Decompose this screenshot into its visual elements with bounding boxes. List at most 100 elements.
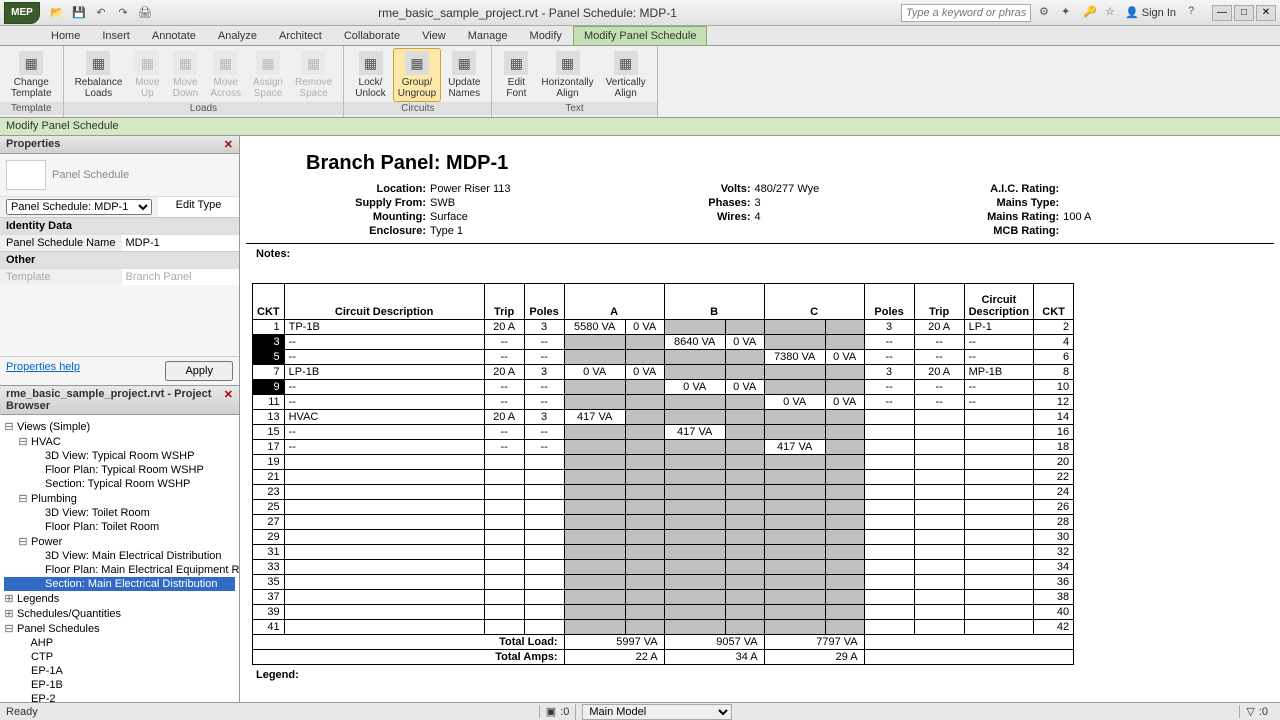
tab-annotate[interactable]: Annotate bbox=[141, 26, 207, 45]
cell-b2[interactable] bbox=[725, 320, 764, 335]
properties-help-link[interactable]: Properties help bbox=[6, 361, 80, 381]
cell-c[interactable]: 417 VA bbox=[764, 440, 825, 455]
schedule-row[interactable]: 3940 bbox=[253, 605, 1074, 620]
cell-a2[interactable] bbox=[625, 410, 664, 425]
cell-rdesc[interactable]: LP-1 bbox=[964, 320, 1034, 335]
tree-node[interactable]: 3D View: Toilet Room bbox=[4, 506, 235, 520]
cell-poles[interactable]: 3 bbox=[524, 410, 564, 425]
cell-rckt[interactable]: 12 bbox=[1034, 395, 1074, 410]
print-icon[interactable]: 🖨 bbox=[136, 4, 154, 22]
cell-b[interactable] bbox=[664, 365, 725, 380]
cell-rdesc[interactable] bbox=[964, 410, 1034, 425]
tree-node[interactable]: ⊟ Plumbing bbox=[4, 491, 235, 506]
cell-a2[interactable] bbox=[625, 545, 664, 560]
cell-trip[interactable] bbox=[484, 500, 524, 515]
cell-trip[interactable] bbox=[484, 470, 524, 485]
cell-b2[interactable]: 0 VA bbox=[725, 380, 764, 395]
schedule-row[interactable]: 13HVAC20 A3417 VA14 bbox=[253, 410, 1074, 425]
cell-b[interactable] bbox=[664, 515, 725, 530]
cell-rckt[interactable]: 6 bbox=[1034, 350, 1074, 365]
subscription-icon[interactable]: ⚙ bbox=[1039, 5, 1055, 21]
cell-b2[interactable] bbox=[725, 515, 764, 530]
cell-b[interactable] bbox=[664, 485, 725, 500]
tab-modify[interactable]: Modify bbox=[519, 26, 573, 45]
cell-c2[interactable] bbox=[825, 620, 864, 635]
cell-desc[interactable] bbox=[284, 605, 484, 620]
cell-c[interactable] bbox=[764, 605, 825, 620]
tree-node[interactable]: ⊞ Schedules/Quantities bbox=[4, 606, 235, 621]
cell-c[interactable] bbox=[764, 620, 825, 635]
tab-insert[interactable]: Insert bbox=[91, 26, 141, 45]
cell-c2[interactable] bbox=[825, 605, 864, 620]
cell-a[interactable] bbox=[564, 395, 625, 410]
cell-rdesc[interactable]: -- bbox=[964, 335, 1034, 350]
cell-rckt[interactable]: 28 bbox=[1034, 515, 1074, 530]
cell-rtrip[interactable]: 20 A bbox=[914, 365, 964, 380]
tree-node[interactable]: 3D View: Main Electrical Distribution bbox=[4, 549, 235, 563]
cell-b[interactable] bbox=[664, 620, 725, 635]
cell-poles[interactable] bbox=[524, 560, 564, 575]
cell-rckt[interactable]: 2 bbox=[1034, 320, 1074, 335]
cell-trip[interactable] bbox=[484, 515, 524, 530]
key-icon[interactable]: 🔑 bbox=[1083, 5, 1099, 21]
cell-c2[interactable] bbox=[825, 335, 864, 350]
cell-rckt[interactable]: 34 bbox=[1034, 560, 1074, 575]
cell-poles[interactable] bbox=[524, 575, 564, 590]
cell-rpoles[interactable]: -- bbox=[864, 335, 914, 350]
schedule-row[interactable]: 1TP-1B20 A35580 VA0 VA320 ALP-12 bbox=[253, 320, 1074, 335]
cell-b[interactable] bbox=[664, 560, 725, 575]
cell-ckt[interactable]: 21 bbox=[253, 470, 285, 485]
cell-b[interactable] bbox=[664, 605, 725, 620]
cell-b2[interactable] bbox=[725, 425, 764, 440]
cell-a2[interactable] bbox=[625, 425, 664, 440]
exchange-icon[interactable]: ✦ bbox=[1061, 5, 1077, 21]
cell-a2[interactable] bbox=[625, 590, 664, 605]
cell-c[interactable] bbox=[764, 470, 825, 485]
schedule-row[interactable]: 11------0 VA0 VA------12 bbox=[253, 395, 1074, 410]
cell-a[interactable] bbox=[564, 605, 625, 620]
cell-rpoles[interactable] bbox=[864, 575, 914, 590]
cell-b2[interactable] bbox=[725, 455, 764, 470]
schedule-row[interactable]: 5------7380 VA0 VA------6 bbox=[253, 350, 1074, 365]
group-ungroup-button[interactable]: ▦Group/Ungroup bbox=[393, 48, 441, 102]
cell-ckt[interactable]: 15 bbox=[253, 425, 285, 440]
search-input[interactable] bbox=[901, 4, 1031, 22]
cell-rtrip[interactable]: 20 A bbox=[914, 320, 964, 335]
cell-rckt[interactable]: 8 bbox=[1034, 365, 1074, 380]
tree-node[interactable]: Floor Plan: Typical Room WSHP bbox=[4, 463, 235, 477]
cell-ckt[interactable]: 3 bbox=[253, 335, 285, 350]
cell-rpoles[interactable]: -- bbox=[864, 350, 914, 365]
cell-a[interactable]: 0 VA bbox=[564, 365, 625, 380]
cell-ckt[interactable]: 39 bbox=[253, 605, 285, 620]
close-button[interactable]: ✕ bbox=[1256, 5, 1276, 21]
cell-rpoles[interactable] bbox=[864, 470, 914, 485]
cell-c2[interactable]: 0 VA bbox=[825, 395, 864, 410]
cell-rdesc[interactable] bbox=[964, 455, 1034, 470]
tab-manage[interactable]: Manage bbox=[457, 26, 519, 45]
cell-c[interactable] bbox=[764, 575, 825, 590]
cell-desc[interactable] bbox=[284, 485, 484, 500]
cell-desc[interactable]: -- bbox=[284, 335, 484, 350]
cell-b2[interactable] bbox=[725, 545, 764, 560]
cell-rdesc[interactable] bbox=[964, 620, 1034, 635]
change-template-button[interactable]: ▦ChangeTemplate bbox=[6, 48, 57, 102]
cell-b2[interactable] bbox=[725, 395, 764, 410]
apply-button[interactable]: Apply bbox=[165, 361, 233, 381]
schedule-row[interactable]: 3738 bbox=[253, 590, 1074, 605]
cell-a2[interactable] bbox=[625, 500, 664, 515]
schedule-row[interactable]: 3------8640 VA0 VA------4 bbox=[253, 335, 1074, 350]
cell-desc[interactable]: HVAC bbox=[284, 410, 484, 425]
cell-b[interactable]: 0 VA bbox=[664, 380, 725, 395]
tree-node[interactable]: ⊟ Power bbox=[4, 534, 235, 549]
cell-c2[interactable] bbox=[825, 545, 864, 560]
cell-rdesc[interactable]: -- bbox=[964, 395, 1034, 410]
cell-c2[interactable] bbox=[825, 380, 864, 395]
cell-desc[interactable]: -- bbox=[284, 380, 484, 395]
schedule-row[interactable]: 7LP-1B20 A30 VA0 VA320 AMP-1B8 bbox=[253, 365, 1074, 380]
lock-unlock-button[interactable]: ▦Lock/Unlock bbox=[350, 48, 391, 102]
cell-rpoles[interactable] bbox=[864, 605, 914, 620]
tab-collaborate[interactable]: Collaborate bbox=[333, 26, 411, 45]
cell-c2[interactable] bbox=[825, 470, 864, 485]
cell-b[interactable] bbox=[664, 590, 725, 605]
cell-desc[interactable]: LP-1B bbox=[284, 365, 484, 380]
